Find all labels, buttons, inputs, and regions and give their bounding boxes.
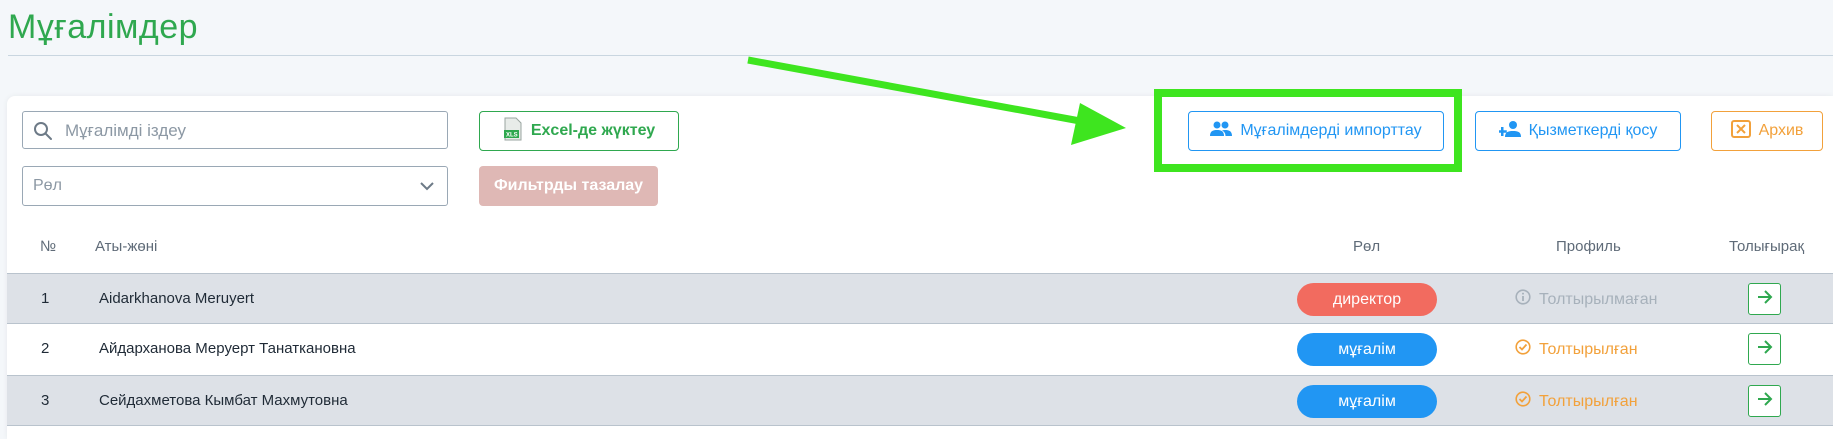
profile-status-label: Толтырылған	[1539, 340, 1638, 358]
annotation-highlight-box	[1154, 89, 1462, 172]
column-header-details: Толығырақ	[1729, 238, 1805, 255]
arrow-right-icon	[1756, 339, 1774, 360]
row-number: 3	[41, 392, 50, 409]
profile-status-label: Толтырылған	[1539, 392, 1638, 410]
profile-status: Толтырылмаған	[1515, 289, 1657, 310]
row-name: Aidarkhanova Meruyert	[99, 290, 255, 307]
arrow-right-icon	[1756, 289, 1774, 310]
row-name: Айдарханова Меруерт Танаткановна	[99, 340, 356, 357]
table-row: 1 Aidarkhanova Meruyert директор Толтыры…	[7, 273, 1833, 324]
profile-status: Толтырылған	[1515, 339, 1638, 360]
open-details-button[interactable]	[1748, 283, 1781, 315]
table-row: 3 Сейдахметова Кымбат Махмутовна мұғалім…	[7, 375, 1833, 426]
column-header-role: Рөл	[1353, 238, 1381, 255]
role-badge: мұғалім	[1297, 385, 1437, 418]
role-badge: мұғалім	[1297, 333, 1437, 366]
open-details-button[interactable]	[1748, 333, 1781, 365]
profile-status: Толтырылған	[1515, 391, 1638, 412]
table-row: 2 Айдарханова Меруерт Танаткановна мұғал…	[7, 324, 1833, 375]
info-circle-icon	[1515, 289, 1531, 310]
column-header-number: №	[40, 238, 57, 255]
column-header-profile: Профиль	[1556, 238, 1621, 255]
arrow-right-icon	[1756, 391, 1774, 412]
role-badge: директор	[1297, 283, 1437, 316]
column-header-name: Аты-жөні	[95, 238, 158, 255]
profile-status-label: Толтырылмаған	[1539, 290, 1658, 308]
row-number: 2	[41, 340, 50, 357]
row-number: 1	[41, 290, 50, 307]
check-circle-icon	[1515, 339, 1531, 360]
check-circle-icon	[1515, 391, 1531, 412]
open-details-button[interactable]	[1748, 385, 1781, 417]
row-name: Сейдахметова Кымбат Махмутовна	[99, 392, 348, 409]
